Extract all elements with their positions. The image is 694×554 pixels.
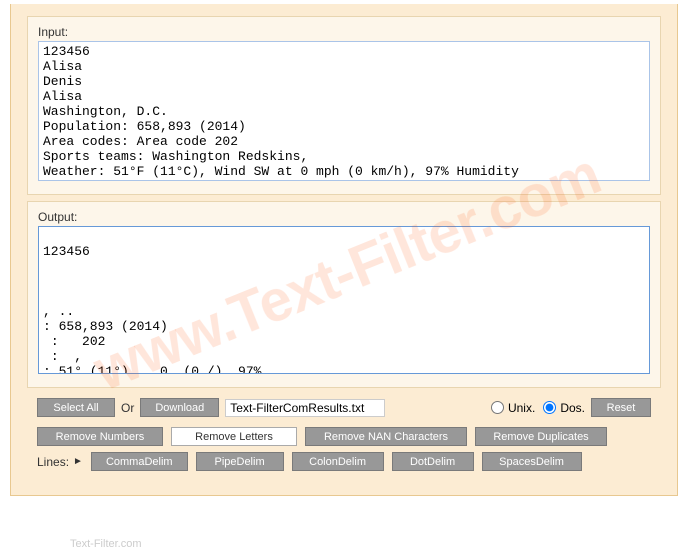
reset-button[interactable]: Reset [591, 398, 651, 417]
dos-radio[interactable] [543, 401, 556, 414]
input-panel: Input: [27, 16, 661, 195]
input-textarea[interactable] [38, 41, 650, 181]
remove-nan-button[interactable]: Remove NAN Characters [305, 427, 467, 446]
delimiter-row: Lines: ► CommaDelim PipeDelim ColonDelim… [27, 450, 661, 479]
output-textarea[interactable] [38, 226, 650, 374]
remove-numbers-button[interactable]: Remove Numbers [37, 427, 163, 446]
colon-delim-button[interactable]: ColonDelim [292, 452, 384, 471]
unix-radio[interactable] [491, 401, 504, 414]
remove-duplicates-button[interactable]: Remove Duplicates [475, 427, 607, 446]
line-ending-group: Unix. Dos. [485, 401, 585, 415]
arrow-icon: ► [73, 456, 83, 467]
output-label: Output: [38, 210, 650, 224]
or-label: Or [121, 401, 134, 415]
footer-credit: Text-Filter.com [70, 538, 142, 550]
filename-input[interactable] [225, 399, 385, 417]
dot-delim-button[interactable]: DotDelim [392, 452, 474, 471]
dos-label: Dos. [560, 401, 585, 415]
unix-label: Unix. [508, 401, 535, 415]
lines-text: Lines: [37, 455, 69, 469]
lines-label: Lines: ► [37, 455, 83, 469]
pipe-delim-button[interactable]: PipeDelim [196, 452, 284, 471]
spaces-delim-button[interactable]: SpacesDelim [482, 452, 582, 471]
output-panel: Output: [27, 201, 661, 388]
remove-letters-button[interactable]: Remove Letters [171, 427, 297, 446]
main-panel: Input: Output: Select All Or Download Un… [10, 4, 678, 496]
remove-buttons-row: Remove Numbers Remove Letters Remove NAN… [27, 421, 661, 450]
download-row: Select All Or Download Unix. Dos. Reset [27, 394, 661, 421]
input-label: Input: [38, 25, 650, 39]
download-button[interactable]: Download [140, 398, 219, 417]
select-all-button[interactable]: Select All [37, 398, 115, 417]
comma-delim-button[interactable]: CommaDelim [91, 452, 188, 471]
